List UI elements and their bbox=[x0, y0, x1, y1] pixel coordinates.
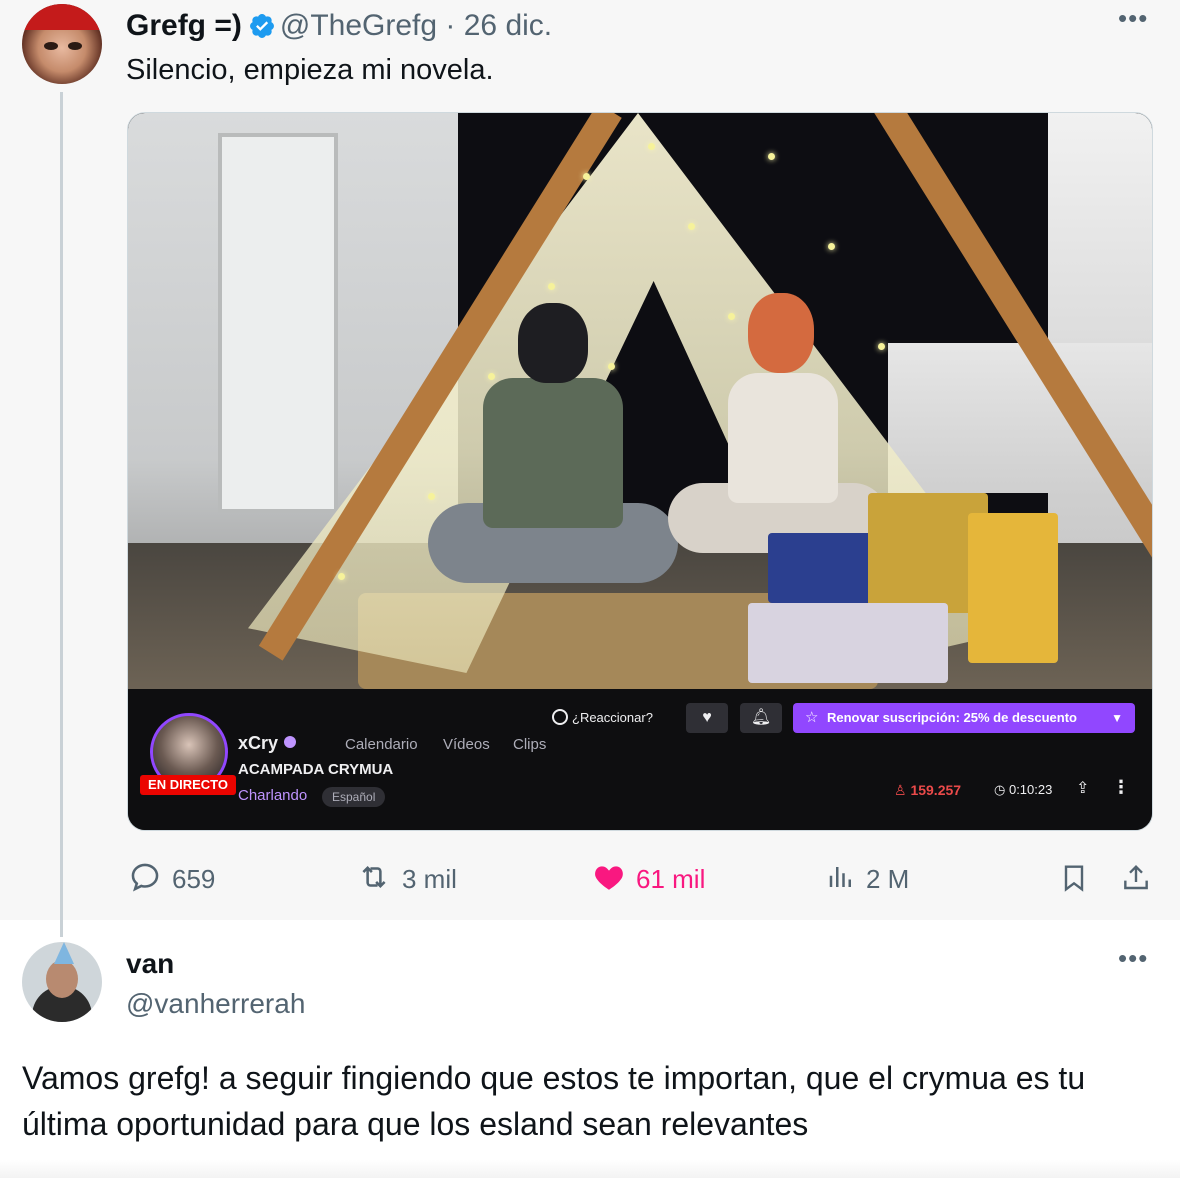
fairy-light bbox=[608, 363, 615, 370]
fairy-light bbox=[488, 373, 495, 380]
nav-link-clips[interactable]: Clips bbox=[513, 736, 546, 753]
gift-box bbox=[968, 513, 1058, 663]
stream-video-frame bbox=[128, 113, 1152, 689]
channel-name[interactable]: xCry bbox=[238, 733, 297, 754]
person-head bbox=[518, 303, 588, 383]
clock-icon: ◷ bbox=[994, 782, 1006, 797]
follow-heart-button[interactable]: ♥ bbox=[686, 703, 728, 733]
fairy-light bbox=[583, 173, 590, 180]
gift-box bbox=[748, 603, 948, 683]
like-button[interactable]: 61 mil bbox=[592, 860, 705, 896]
thread-connector-line bbox=[60, 92, 63, 937]
views-button[interactable]: 2 M bbox=[826, 860, 909, 896]
more-horizontal-icon[interactable]: ••• bbox=[1118, 5, 1148, 31]
avatar[interactable] bbox=[22, 942, 102, 1022]
nav-link-calendario[interactable]: Calendario bbox=[345, 736, 418, 753]
avatar-face bbox=[46, 960, 78, 998]
heart-filled-icon bbox=[595, 866, 623, 890]
handle[interactable]: @vanherrerah bbox=[126, 988, 305, 1020]
retweet-count: 3 mil bbox=[402, 864, 457, 894]
heart-icon: ♥ bbox=[702, 709, 712, 726]
subscribe-label: Renovar suscripción: 25% de descuento bbox=[827, 710, 1077, 725]
party-hat-icon bbox=[54, 942, 74, 964]
react-label: ¿Reaccionar? bbox=[572, 710, 653, 725]
bottom-divider bbox=[0, 1160, 1180, 1178]
fairy-light bbox=[688, 223, 695, 230]
viewer-count: ♙ 159.257 bbox=[894, 782, 961, 799]
handle[interactable]: @TheGrefg bbox=[280, 9, 437, 42]
analytics-icon bbox=[829, 867, 851, 887]
fairy-light bbox=[648, 143, 655, 150]
fairy-light bbox=[338, 573, 345, 580]
stream-uptime: ◷ 0:10:23 bbox=[994, 782, 1052, 798]
viewer-count-value: 159.257 bbox=[910, 782, 962, 798]
timestamp[interactable]: 26 dic. bbox=[464, 9, 552, 42]
gift-box bbox=[768, 533, 878, 603]
person-head bbox=[748, 293, 814, 373]
tweet-media-image[interactable]: EN DIRECTO xCry Calendario Vídeos Clips … bbox=[127, 112, 1153, 831]
fairy-light bbox=[548, 283, 555, 290]
fairy-light bbox=[828, 243, 835, 250]
share-icon bbox=[1124, 864, 1148, 890]
scene-door bbox=[218, 133, 338, 513]
view-count: 2 M bbox=[866, 864, 910, 894]
avatar-hair bbox=[22, 4, 102, 30]
fairy-light bbox=[728, 313, 735, 320]
more-vertical-icon[interactable]: ⋮ bbox=[1112, 777, 1130, 798]
tweet-text: Vamos grefg! a seguir fingiendo que esto… bbox=[22, 1060, 1086, 1142]
display-name[interactable]: van bbox=[126, 948, 174, 980]
star-icon: ☆ bbox=[805, 709, 819, 726]
live-badge: EN DIRECTO bbox=[140, 775, 236, 795]
retweet-button[interactable]: 3 mil bbox=[356, 860, 457, 896]
like-count: 61 mil bbox=[636, 864, 706, 894]
person-body bbox=[728, 373, 838, 503]
channel-name-label: xCry bbox=[238, 733, 279, 753]
separator: · bbox=[445, 9, 456, 42]
retweet-icon bbox=[362, 865, 386, 889]
bookmark-icon bbox=[1064, 865, 1084, 892]
avatar-eye bbox=[44, 42, 58, 50]
notifications-button[interactable]: 🔔︎ bbox=[740, 703, 782, 733]
person bbox=[428, 303, 678, 603]
twitch-stream-info-bar: EN DIRECTO xCry Calendario Vídeos Clips … bbox=[128, 689, 1152, 830]
verified-partner-icon bbox=[284, 736, 297, 748]
chevron-down-icon: ▼ bbox=[1111, 711, 1123, 725]
stream-category[interactable]: Charlando bbox=[238, 787, 307, 804]
share-icon[interactable]: ⇪ bbox=[1076, 778, 1089, 798]
avatar[interactable] bbox=[22, 4, 102, 84]
scene-gift-boxes bbox=[748, 493, 1068, 683]
tweet-text: Silencio, empieza mi novela. bbox=[126, 54, 494, 86]
tweet-header: Grefg =) @TheGrefg · 26 dic. bbox=[126, 8, 552, 44]
bookmark-button[interactable] bbox=[1058, 860, 1100, 896]
display-name[interactable]: Grefg =) bbox=[126, 9, 242, 42]
share-button[interactable] bbox=[1120, 860, 1162, 896]
verified-badge-icon bbox=[249, 14, 274, 38]
reply-count: 659 bbox=[172, 864, 216, 894]
person-body bbox=[483, 378, 623, 528]
fairy-light bbox=[768, 153, 775, 160]
react-icon bbox=[552, 709, 568, 725]
react-button[interactable]: ¿Reaccionar? bbox=[552, 709, 653, 725]
language-tag[interactable]: Español bbox=[322, 787, 386, 807]
avatar-eye bbox=[68, 42, 82, 50]
person-icon: ♙ bbox=[894, 782, 907, 798]
more-horizontal-icon[interactable]: ••• bbox=[1118, 945, 1148, 971]
reply-button[interactable]: 659 bbox=[128, 860, 215, 896]
bell-icon: 🔔︎ bbox=[750, 709, 772, 726]
fairy-light bbox=[878, 343, 885, 350]
uptime-value: 0:10:23 bbox=[1008, 782, 1053, 797]
reply-icon bbox=[131, 863, 159, 892]
renew-subscription-button[interactable]: ☆ Renovar suscripción: 25% de descuento … bbox=[793, 703, 1135, 733]
stream-title: ACAMPADA CRYMUA bbox=[238, 761, 394, 778]
fairy-light bbox=[428, 493, 435, 500]
nav-link-videos[interactable]: Vídeos bbox=[443, 736, 490, 753]
